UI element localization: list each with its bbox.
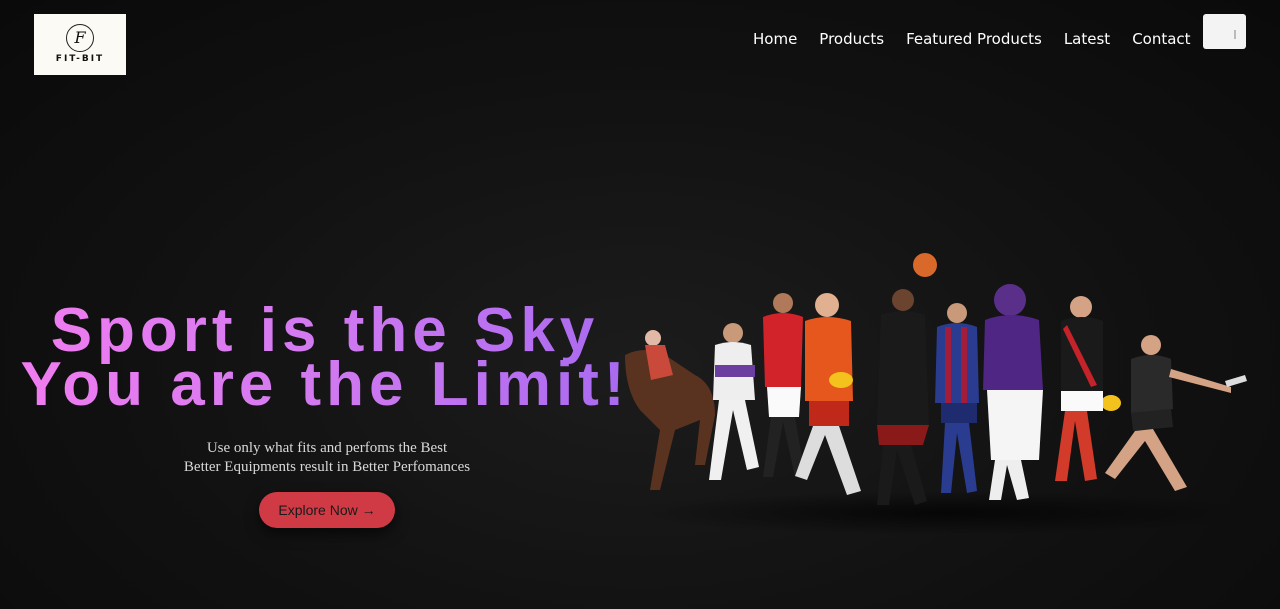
page: F FIT-BIT Home Products Featured Product… (0, 0, 1280, 609)
basketball-player-figure (877, 253, 937, 505)
main-nav: Home Products Featured Products Latest C… (753, 30, 1191, 48)
nav-item-featured-products[interactable]: Featured Products (906, 30, 1042, 48)
explore-now-button[interactable]: Explore Now → (259, 492, 395, 528)
tagline-line-2: Better Equipments result in Better Perfo… (183, 459, 471, 475)
brand-name: FIT-BIT (55, 53, 105, 64)
hero-headline: Sport is the Sky You are the Limit! (20, 304, 630, 412)
hero-tagline: Use only what fits and perfoms the Best … (120, 439, 534, 477)
nav-item-contact[interactable]: Contact (1132, 30, 1190, 48)
soccer-player-blue-figure (935, 303, 979, 493)
brand-logo[interactable]: F FIT-BIT (34, 14, 126, 75)
tennis-player-figure (1105, 335, 1247, 491)
nav-item-products[interactable]: Products (819, 30, 884, 48)
menu-button[interactable] (1203, 14, 1246, 49)
nav-item-home[interactable]: Home (753, 30, 797, 48)
horse-jockey-figure (625, 330, 715, 490)
menu-icon (1234, 30, 1236, 39)
nav-item-latest[interactable]: Latest (1064, 30, 1110, 48)
soccer-player-red-figure (763, 293, 805, 477)
logo-mark-icon: F (66, 23, 94, 52)
football-player-purple-figure (983, 284, 1043, 500)
athletes-collage-image (625, 253, 1255, 535)
headline-line-2: You are the Limit! (20, 350, 630, 419)
tagline-line-1: Use only what fits and perfoms the Best (206, 440, 448, 456)
rugby-player-figure (709, 323, 759, 480)
afl-player-black-figure (1055, 296, 1121, 481)
afl-player-orange-figure (795, 293, 861, 495)
